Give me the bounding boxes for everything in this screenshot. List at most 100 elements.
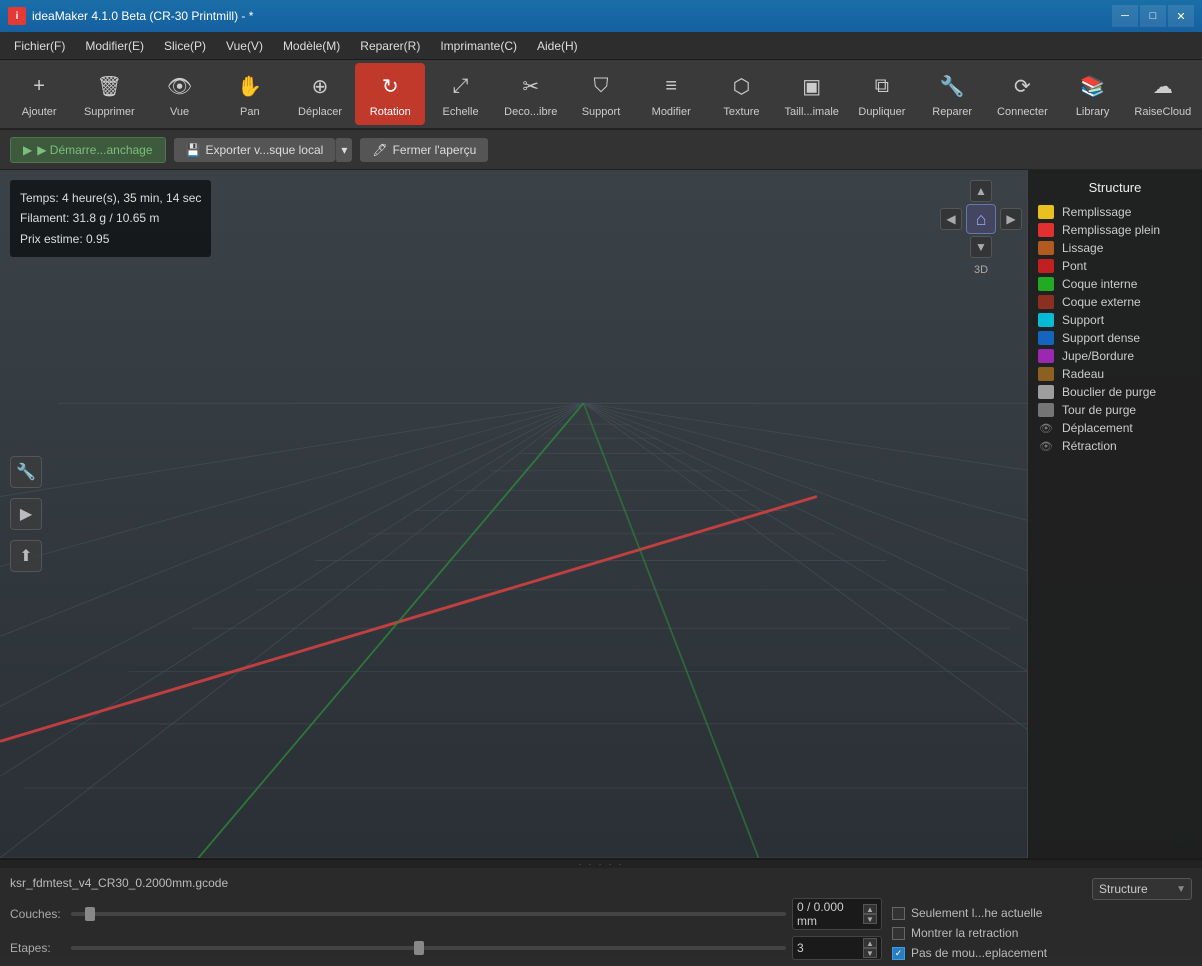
- left-toolbar: 🔧 ▶ ⬆: [10, 456, 42, 572]
- info-box: Temps: 4 heure(s), 35 min, 14 sec Filame…: [10, 180, 211, 257]
- wrench-button[interactable]: 🔧: [10, 456, 42, 488]
- modifier-label: Modifier: [652, 106, 691, 118]
- legend-item-label: Support dense: [1062, 331, 1140, 345]
- nav-up-button[interactable]: ▲: [970, 180, 992, 202]
- export-button[interactable]: 💾 Exporter v...sque local: [174, 138, 336, 162]
- legend-item-label: Rétraction: [1062, 439, 1117, 453]
- tool-connecter[interactable]: ⟳Connecter: [987, 63, 1057, 125]
- menu-item-fichier[interactable]: Fichier(F): [4, 35, 75, 57]
- tool-echelle[interactable]: ⤢ Echelle: [425, 63, 495, 125]
- tool-modifier[interactable]: ≡Modifier: [636, 63, 706, 125]
- step-up-btn[interactable]: ▲: [863, 938, 877, 948]
- tool-reparer[interactable]: 🔧Reparer: [917, 63, 987, 125]
- tool-texture[interactable]: ⬡Texture: [706, 63, 776, 125]
- legend-item: Radeau: [1038, 365, 1192, 383]
- step-slider[interactable]: [71, 946, 786, 950]
- legend-item-label: Tour de purge: [1062, 403, 1136, 417]
- tool-deplacer[interactable]: ⊕Déplacer: [285, 63, 355, 125]
- close-preview-button[interactable]: 🖊 Fermer l'aperçu: [360, 138, 488, 162]
- maximize-button[interactable]: □: [1140, 5, 1166, 27]
- layer-up-btn[interactable]: ▲: [863, 904, 877, 914]
- legend-color-swatch: [1038, 223, 1054, 237]
- layer-value-box: 0 / 0.000 mm ▲ ▼: [792, 898, 882, 930]
- eye-icon[interactable]: 👁: [1038, 421, 1054, 435]
- layer-checkbox[interactable]: [892, 907, 905, 920]
- close-button[interactable]: ✕: [1168, 5, 1194, 27]
- legend-item-label: Coque interne: [1062, 277, 1137, 291]
- menu-item-vue[interactable]: Vue(V): [216, 35, 273, 57]
- minimize-button[interactable]: ─: [1112, 5, 1138, 27]
- menu-item-modifier[interactable]: Modifier(E): [75, 35, 154, 57]
- layer-thumb: [85, 907, 95, 921]
- nav-down-button[interactable]: ▼: [970, 236, 992, 258]
- library-label: Library: [1076, 106, 1110, 118]
- tool-dupliquer[interactable]: ⧉Dupliquer: [847, 63, 917, 125]
- tool-ajouter[interactable]: + Ajouter: [4, 63, 74, 125]
- tool-rotation[interactable]: ↻Rotation: [355, 63, 425, 125]
- play-button[interactable]: ▶: [10, 498, 42, 530]
- nav-right-button[interactable]: ▶: [1000, 208, 1022, 230]
- legend-color-swatch: [1038, 349, 1054, 363]
- menu-item-imprimante[interactable]: Imprimante(C): [430, 35, 527, 57]
- legend-item: 👁Déplacement: [1038, 419, 1192, 437]
- legend-color-swatch: [1038, 367, 1054, 381]
- pan-label: Pan: [240, 106, 260, 118]
- structure-dropdown[interactable]: Structure Vitesse Température Fan: [1092, 878, 1192, 900]
- legend-title: Structure: [1038, 180, 1192, 195]
- step-down-btn[interactable]: ▼: [863, 948, 877, 958]
- raisecloud-icon: ☁: [1147, 70, 1179, 102]
- menu-item-slice[interactable]: Slice(P): [154, 35, 216, 57]
- info-panel: Temps: 4 heure(s), 35 min, 14 sec Filame…: [10, 180, 211, 257]
- menu-item-reparer[interactable]: Reparer(R): [350, 35, 430, 57]
- echelle-icon: ⤢: [445, 70, 477, 102]
- save-icon: 💾: [186, 143, 201, 157]
- tool-pan[interactable]: ✋ Pan: [215, 63, 285, 125]
- retraction-checkbox[interactable]: [892, 927, 905, 940]
- reparer-label: Reparer: [932, 106, 972, 118]
- ajouter-label: Ajouter: [22, 106, 57, 118]
- step-thumb: [414, 941, 424, 955]
- nav-home-button[interactable]: ⌂: [966, 204, 996, 234]
- vue-icon: 👁: [164, 70, 196, 102]
- layer-row: Couches: 0 / 0.000 mm ▲ ▼: [10, 898, 882, 930]
- menu-item-aide[interactable]: Aide(H): [527, 35, 588, 57]
- echelle-label: Echelle: [442, 106, 478, 118]
- dupliquer-label: Dupliquer: [858, 106, 905, 118]
- resize-handle[interactable]: · · · · ·: [0, 860, 1202, 868]
- resize-dots: · · · · ·: [578, 859, 624, 870]
- legend-item: Pont: [1038, 257, 1192, 275]
- titlebar: i ideaMaker 4.1.0 Beta (CR-30 Printmill)…: [0, 0, 1202, 32]
- step-label: Etapes:: [10, 941, 65, 955]
- tool-raisecloud[interactable]: ☁ RaiseCloud: [1128, 63, 1198, 125]
- tool-supprimer[interactable]: 🗑Supprimer: [74, 63, 144, 125]
- export-button-left[interactable]: ⬆: [10, 540, 42, 572]
- menu-item-modèle[interactable]: Modèle(M): [273, 35, 350, 57]
- tool-decoibre[interactable]: ✂Deco...ibre: [496, 63, 566, 125]
- 3d-label: 3D: [974, 264, 988, 276]
- eye-icon[interactable]: 👁: [1038, 439, 1054, 453]
- legend-item: Tour de purge: [1038, 401, 1192, 419]
- layer-check-row: Seulement l...he actuelle: [892, 906, 1192, 920]
- nav-left-button[interactable]: ◀: [940, 208, 962, 230]
- ajouter-icon: +: [23, 70, 55, 102]
- tool-vue[interactable]: 👁Vue: [144, 63, 214, 125]
- pan-icon: ✋: [234, 70, 266, 102]
- tool-taillimale[interactable]: ▣Taill...imale: [777, 63, 847, 125]
- bottom-content: ksr_fdmtest_v4_CR30_0.2000mm.gcode Couch…: [0, 868, 1202, 966]
- app-icon: i: [8, 7, 26, 25]
- legend-color-swatch: [1038, 259, 1054, 273]
- tool-library[interactable]: 📚Library: [1058, 63, 1128, 125]
- step-spinner: ▲ ▼: [863, 938, 877, 958]
- menubar: Fichier(F)Modifier(E)Slice(P)Vue(V)Modèl…: [0, 32, 1202, 60]
- legend-item: Coque externe: [1038, 293, 1192, 311]
- export-dropdown-button[interactable]: ▾: [335, 138, 352, 162]
- layer-down-btn[interactable]: ▼: [863, 914, 877, 924]
- legend-color-swatch: [1038, 385, 1054, 399]
- viewport[interactable]: Temps: 4 heure(s), 35 min, 14 sec Filame…: [0, 170, 1202, 858]
- tool-support[interactable]: ⛉Support: [566, 63, 636, 125]
- start-button[interactable]: ▶ ▶ Démarre...anchage: [10, 137, 166, 163]
- rotation-icon: ↻: [374, 70, 406, 102]
- layer-slider[interactable]: [71, 912, 786, 916]
- raisecloud-label: RaiseCloud: [1134, 106, 1191, 118]
- play-icon: ▶: [23, 143, 32, 157]
